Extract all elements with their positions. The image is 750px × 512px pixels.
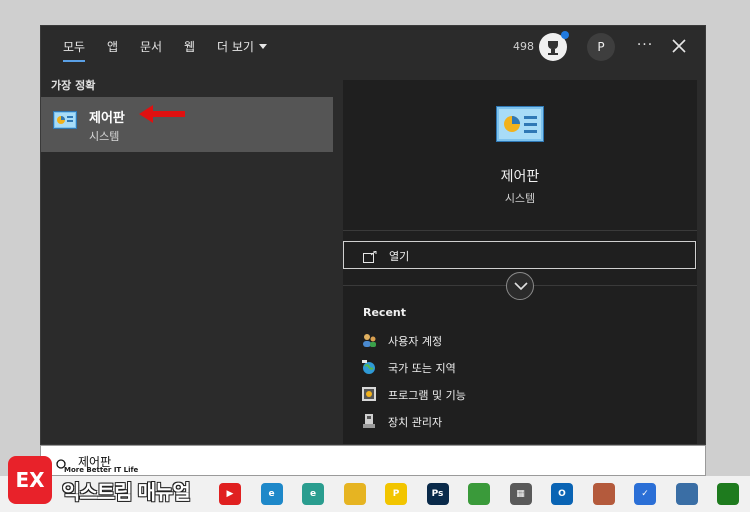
recent-item-label: 국가 또는 지역: [388, 362, 456, 375]
taskbar-app-glyph: O: [558, 489, 566, 499]
taskbar-app-glyph: ▦: [516, 489, 525, 499]
recent-item-programs[interactable]: 프로그램 및 기능: [361, 384, 681, 404]
taskbar-app-glyph: [468, 483, 490, 505]
region-icon: [361, 359, 377, 375]
detail-subtitle: 시스템: [504, 192, 536, 205]
watermark-title: 익스트림 매뉴얼: [62, 480, 191, 504]
search-panel: 모두 앱 문서 웹 더 보기 498 P ··· 가장 정확 제어판 시스템 제…: [40, 25, 706, 445]
user-accounts-icon: [361, 332, 377, 348]
tab-more-label: 더 보기: [217, 40, 254, 54]
outlook-icon[interactable]: O: [551, 483, 573, 505]
watermark-logo-text: EX: [15, 468, 45, 492]
recent-heading: Recent: [363, 306, 407, 319]
virtualbox-icon[interactable]: [675, 483, 698, 505]
search-header: 모두 앱 문서 웹 더 보기 498 P ···: [41, 26, 705, 70]
taskbar-app-glyph: Ps: [431, 489, 444, 499]
edge-dev-icon[interactable]: e: [302, 483, 324, 505]
tab-documents[interactable]: 문서: [140, 39, 162, 55]
divider: [343, 230, 697, 231]
search-input[interactable]: 제어판: [40, 445, 706, 476]
best-match-subtitle: 시스템: [89, 130, 120, 143]
taskbar-app-glyph: ✓: [641, 489, 649, 499]
open-label: 열기: [389, 250, 410, 263]
chevron-down-icon: [514, 282, 528, 291]
detail-pane: 제어판 시스템 열기 Recent 사용자 계정 국가 또는 지역 프로그램 및…: [343, 80, 697, 444]
tab-apps[interactable]: 앱: [107, 39, 118, 55]
control-panel-icon: [53, 111, 77, 129]
programs-icon: [361, 386, 377, 402]
taskbar-app-glyph: [676, 483, 698, 505]
expand-button[interactable]: [506, 272, 534, 300]
watermark-tagline: More Better IT Life: [64, 466, 139, 474]
search-icon: [56, 454, 66, 469]
recent-item-device-manager[interactable]: 장치 관리자: [361, 411, 681, 431]
recent-item-label: 장치 관리자: [388, 416, 443, 429]
calculator-icon[interactable]: ▦: [509, 483, 532, 505]
todo-icon[interactable]: ✓: [634, 483, 656, 505]
avatar[interactable]: P: [587, 33, 615, 61]
chevron-down-icon: [258, 44, 267, 49]
best-match-title: 제어판: [89, 111, 125, 126]
close-icon[interactable]: [669, 36, 689, 56]
taskbar-app-glyph: e: [309, 489, 317, 499]
taskbar-app-glyph: [717, 483, 739, 505]
potplayer-icon[interactable]: P: [385, 483, 407, 505]
control-panel-icon: [496, 106, 544, 142]
taskbar-app-glyph: [344, 483, 366, 505]
tab-all[interactable]: 모두: [63, 39, 86, 62]
taskbar-app-glyph: [593, 483, 615, 505]
tab-web[interactable]: 웹: [184, 39, 195, 55]
best-match-item[interactable]: 제어판 시스템: [41, 97, 333, 152]
recent-item-label: 프로그램 및 기능: [388, 389, 466, 402]
red-arrow-annotation: [137, 104, 187, 124]
rewards-points: 498: [513, 40, 534, 53]
taskbar-app-glyph: ▶: [226, 489, 234, 499]
detail-title: 제어판: [500, 169, 540, 185]
file-explorer-icon[interactable]: [343, 483, 366, 505]
rewards-trophy-icon[interactable]: [539, 31, 569, 61]
edge-icon[interactable]: e: [260, 483, 283, 505]
open-button[interactable]: 열기: [343, 241, 696, 269]
ellipsis-icon[interactable]: ···: [635, 36, 655, 56]
tab-more[interactable]: 더 보기: [217, 39, 267, 55]
results-list: 가장 정확 제어판 시스템: [41, 70, 333, 444]
taskbar-app-glyph: e: [268, 489, 275, 499]
sourcetree-icon[interactable]: [592, 483, 615, 505]
taskbar-app-glyph: P: [392, 489, 400, 499]
recent-item-user-accounts[interactable]: 사용자 계정: [361, 330, 681, 350]
device-manager-icon: [361, 413, 377, 429]
photoshop-icon[interactable]: Ps: [426, 483, 449, 505]
youtube-music-icon[interactable]: ▶: [219, 483, 241, 505]
recent-item-label: 사용자 계정: [388, 335, 443, 348]
notepad-icon[interactable]: [468, 483, 490, 505]
open-icon: [363, 248, 377, 263]
best-match-heading: 가장 정확: [51, 79, 96, 92]
xbox-icon[interactable]: [717, 483, 739, 505]
watermark-logo: EX: [8, 456, 52, 504]
recent-item-region[interactable]: 국가 또는 지역: [361, 357, 681, 377]
